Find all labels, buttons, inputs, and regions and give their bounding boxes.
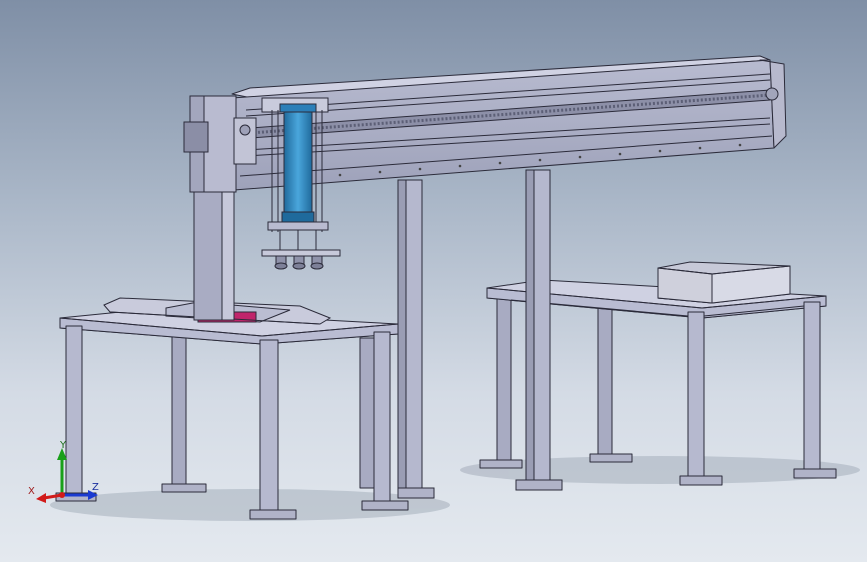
coordinate-triad: Y Z X — [28, 440, 108, 510]
linear-axis-beam[interactable] — [231, 55, 787, 191]
vacuum-gripper[interactable] — [261, 249, 341, 270]
triad-arrows-icon — [36, 448, 98, 503]
triad-x-label: X — [28, 486, 35, 497]
machine-assembly-model[interactable] — [0, 0, 867, 562]
triad-z-label: Z — [92, 482, 99, 493]
cad-viewport[interactable]: Y Z X — [0, 0, 867, 562]
left-table[interactable] — [55, 309, 409, 520]
triad-y-label: Y — [60, 440, 67, 451]
